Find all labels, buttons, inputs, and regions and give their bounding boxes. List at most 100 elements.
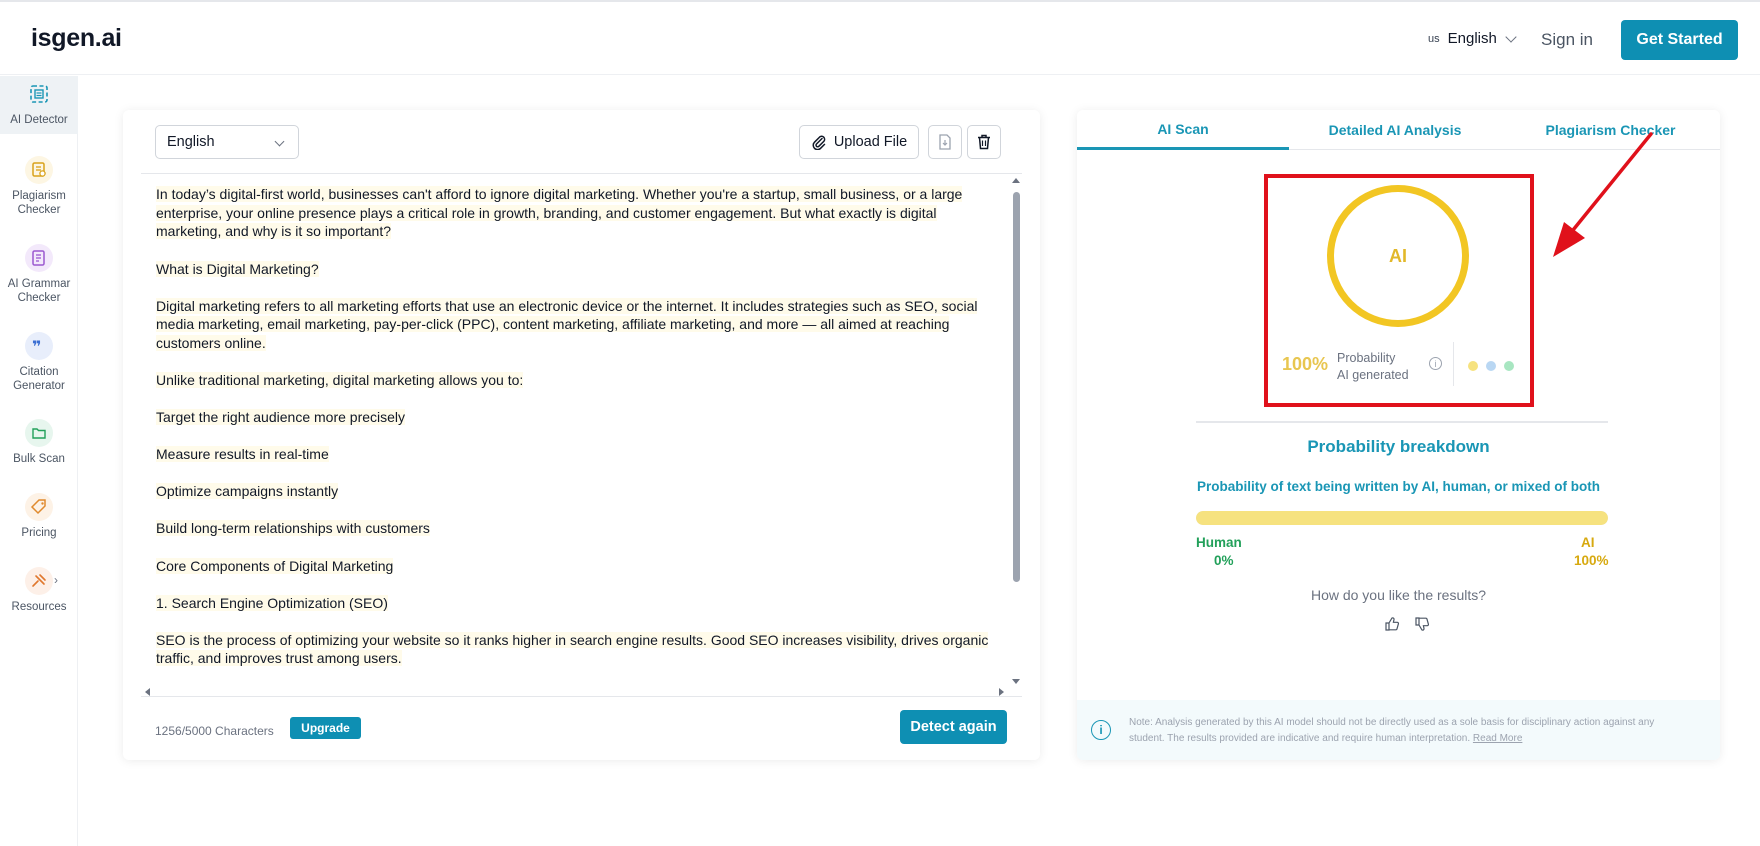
character-count: 1256/5000 Characters (155, 724, 274, 738)
thumbs-down-icon[interactable] (1414, 616, 1430, 632)
text-paragraph: Digital marketing refers to all marketin… (156, 297, 996, 353)
tab-plagiarism-checker[interactable]: Plagiarism Checker (1501, 110, 1720, 150)
text-paragraph-content: Unlike traditional marketing, digital ma… (156, 372, 524, 389)
text-content[interactable]: In today’s digital-first world, business… (156, 185, 996, 687)
scroll-up-arrow[interactable] (1012, 178, 1020, 183)
text-paragraph: Optimize campaigns instantly (156, 482, 996, 501)
probability-label-line2: AI generated (1337, 368, 1409, 382)
text-paragraph-content: Optimize campaigns instantly (156, 483, 339, 500)
upgrade-button[interactable]: Upgrade (290, 717, 361, 739)
delete-button[interactable] (967, 125, 1001, 159)
tab-ai-scan[interactable]: AI Scan (1077, 110, 1289, 150)
info-icon[interactable]: i (1429, 357, 1442, 370)
chevron-right-icon: › (54, 573, 58, 587)
sidebar-item-bulk-scan[interactable]: Bulk Scan (0, 419, 78, 466)
results-card: AI Scan Detailed AI Analysis Plagiarism … (1077, 110, 1720, 760)
read-more-link[interactable]: Read More (1473, 733, 1522, 744)
chevron-down-icon (1505, 30, 1517, 43)
sidebar-item-label: Bulk Scan (13, 453, 65, 465)
sidebar-item-citation-generator[interactable]: ❞ Citation Generator (0, 332, 78, 394)
vertical-scrollbar[interactable] (1008, 174, 1022, 696)
text-paragraph: Unlike traditional marketing, digital ma… (156, 371, 996, 390)
ai-probability-ring: AI (1327, 185, 1469, 327)
scrollbar-thumb[interactable] (1013, 192, 1020, 582)
plagiarism-icon (25, 156, 53, 184)
text-paragraph-content: Target the right audience more precisely (156, 409, 406, 426)
text-paragraph-content: In today’s digital-first world, business… (156, 186, 963, 240)
download-button[interactable] (928, 125, 962, 159)
note-body: Note: Analysis generated by this AI mode… (1129, 717, 1655, 744)
sidebar-item-pricing[interactable]: Pricing (0, 493, 78, 540)
text-paragraph: What is Digital Marketing? (156, 260, 996, 279)
ai-detector-icon (25, 80, 53, 108)
text-paragraph-content: Build long-term relationships with custo… (156, 520, 430, 537)
ai-value: 100% (1574, 553, 1609, 568)
editor-card: English Upload File In today’s digital-f… (123, 110, 1040, 760)
text-paragraph-content: Core Components of Digital Marketing (156, 557, 394, 574)
sign-in-link[interactable]: Sign in (1541, 30, 1593, 50)
scroll-left-arrow[interactable] (145, 688, 150, 696)
sidebar-item-label: Plagiarism Checker (12, 190, 66, 217)
ai-label: AI (1581, 535, 1595, 550)
results-tabs: AI Scan Detailed AI Analysis Plagiarism … (1077, 110, 1720, 150)
thumbs-up-icon[interactable] (1384, 616, 1400, 632)
note-text: Note: Analysis generated by this AI mode… (1129, 715, 1689, 747)
upload-file-button[interactable]: Upload File (799, 125, 919, 159)
divider (1453, 342, 1454, 386)
text-paragraph: Build long-term relationships with custo… (156, 519, 996, 538)
sidebar-item-label: AI Detector (10, 114, 68, 126)
text-paragraph: 1. Search Engine Optimization (SEO) (156, 594, 996, 613)
language-selector[interactable]: us English (1428, 30, 1517, 47)
breakdown-subtitle: Probability of text being written by AI,… (1196, 479, 1601, 494)
language-label: English (1447, 30, 1497, 47)
sidebar-item-label: AI Grammar Checker (7, 278, 71, 305)
chevron-down-icon (274, 136, 285, 147)
sidebar-item-ai-grammar-checker[interactable]: AI Grammar Checker (0, 244, 78, 306)
language-select[interactable]: English (155, 125, 299, 159)
info-icon: i (1091, 720, 1111, 740)
human-label: Human (1196, 535, 1242, 550)
scroll-down-arrow[interactable] (1012, 679, 1020, 684)
text-paragraph: Measure results in real-time (156, 445, 996, 464)
trash-icon (978, 134, 990, 150)
language-select-value: English (167, 134, 215, 150)
sidebar-item-label: Resources (11, 601, 67, 613)
text-paragraph: Core Components of Digital Marketing (156, 557, 996, 576)
text-input-area[interactable]: In today’s digital-first world, business… (141, 173, 1022, 697)
country-code: us (1428, 32, 1440, 45)
folder-icon (25, 419, 53, 447)
text-paragraph-content: Digital marketing refers to all marketin… (156, 297, 978, 351)
text-paragraph: In today’s digital-first world, business… (156, 185, 996, 241)
sidebar-item-label: Pricing (21, 527, 57, 539)
sidebar: AI Detector Plagiarism Checker AI Gramma… (0, 76, 78, 846)
legend-dot-human (1504, 361, 1514, 371)
text-paragraph-content: 1. Search Engine Optimization (SEO) (156, 594, 388, 611)
probability-percent: 100% (1282, 354, 1329, 374)
probability-label-line1: Probability (1337, 351, 1396, 365)
human-value: 0% (1214, 553, 1234, 568)
scroll-right-arrow[interactable] (999, 688, 1004, 696)
text-paragraph: Target the right audience more precisely (156, 408, 996, 427)
disclaimer-note: i Note: Analysis generated by this AI mo… (1077, 700, 1720, 760)
probability-bar-fill (1196, 511, 1608, 525)
probability-bar (1196, 511, 1608, 525)
file-download-icon (939, 134, 951, 150)
resources-icon (25, 567, 53, 595)
upload-file-label: Upload File (833, 134, 908, 150)
paperclip-icon (812, 135, 826, 150)
logo[interactable]: isgen.ai (31, 24, 122, 53)
sidebar-item-ai-detector[interactable]: AI Detector (0, 76, 78, 134)
text-paragraph-content: What is Digital Marketing? (156, 260, 319, 277)
legend-dot-mixed (1486, 361, 1496, 371)
price-tag-icon (25, 493, 53, 521)
feedback-question: How do you like the results? (1310, 587, 1487, 603)
section-divider (1196, 421, 1608, 423)
detect-again-button[interactable]: Detect again (900, 710, 1007, 744)
get-started-button[interactable]: Get Started (1621, 20, 1738, 60)
svg-text:❞: ❞ (32, 338, 41, 354)
legend-dot-ai (1468, 361, 1478, 371)
sidebar-item-resources[interactable]: › Resources (0, 567, 78, 614)
sidebar-item-plagiarism-checker[interactable]: Plagiarism Checker (0, 156, 78, 218)
tab-detailed-ai-analysis[interactable]: Detailed AI Analysis (1289, 110, 1501, 150)
ring-label: AI (1389, 245, 1407, 266)
